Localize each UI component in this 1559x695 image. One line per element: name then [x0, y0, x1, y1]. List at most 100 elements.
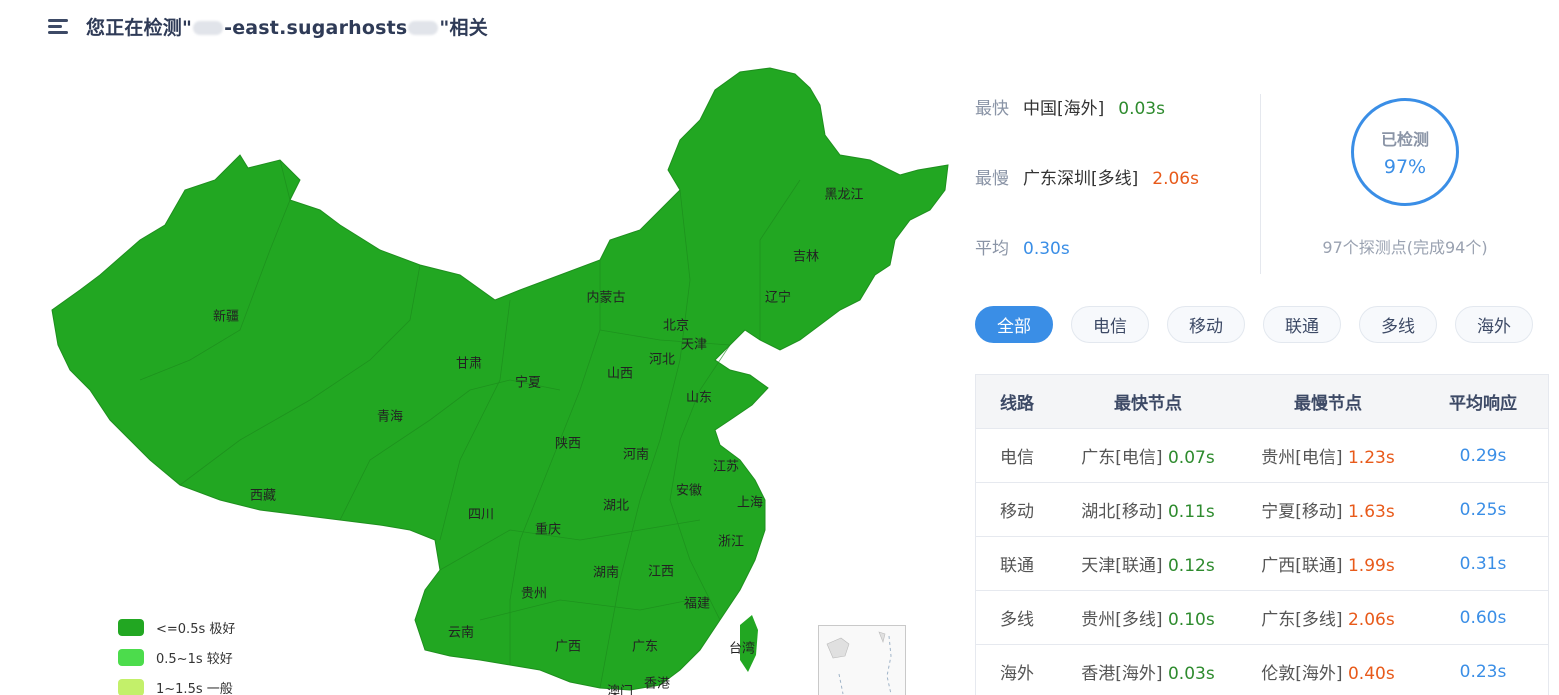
fastest-node-cell: 湖北[移动] 0.11s [1058, 497, 1238, 522]
province-label[interactable]: 安徽 [676, 480, 702, 499]
table-header-row: 线路 最快节点 最慢节点 平均响应 [976, 375, 1548, 429]
node-name: 广东[电信] [1081, 448, 1163, 468]
node-time: 1.99s [1347, 556, 1395, 576]
table-row: 电信 广东[电信] 0.07s 贵州[电信] 1.23s 0.29s [976, 429, 1548, 483]
average-cell: 0.25s [1459, 499, 1507, 520]
node-time: 1.23s [1347, 448, 1395, 468]
slowest-node-cell: 伦敦[海外] 0.40s [1238, 659, 1418, 684]
province-label[interactable]: 天津 [681, 334, 707, 353]
legend-item[interactable]: 0.5~1s 较好 [118, 642, 235, 672]
province-label[interactable]: 宁夏 [515, 372, 541, 391]
map-legend: <=0.5s 极好 0.5~1s 较好 1~1.5s 一般 [118, 612, 235, 695]
province-label[interactable]: 辽宁 [765, 287, 791, 306]
slowest-node-cell: 贵州[电信] 1.23s [1238, 443, 1418, 468]
province-label[interactable]: 澳门 [607, 681, 633, 695]
progress-label: 已检测 [1380, 130, 1429, 149]
table-row: 移动 湖北[移动] 0.11s 宁夏[移动] 1.63s 0.25s [976, 483, 1548, 537]
province-label[interactable]: 贵州 [521, 583, 547, 602]
progress-value: 97% [1383, 156, 1427, 178]
average-cell: 0.29s [1459, 445, 1507, 466]
inset-islands [826, 631, 892, 695]
table-row: 联通 天津[联通] 0.12s 广西[联通] 1.99s 0.31s [976, 537, 1548, 591]
province-label[interactable]: 浙江 [718, 531, 744, 550]
slowest-stat: 最慢 广东深圳[多线] 2.06s [975, 164, 1199, 189]
progress-ring: 已检测 97% [1351, 98, 1459, 206]
node-time: 0.40s [1347, 664, 1395, 684]
node-name: 宁夏[移动] [1261, 502, 1343, 522]
province-label[interactable]: 江苏 [713, 456, 739, 475]
table-row: 多线 贵州[多线] 0.10s 广东[多线] 2.06s 0.60s [976, 591, 1548, 645]
node-time: 0.03s [1167, 664, 1215, 684]
node-name: 贵州[电信] [1261, 448, 1343, 468]
fastest-key: 最快 [975, 99, 1009, 119]
line-cell: 联通 [1000, 556, 1034, 576]
province-label[interactable]: 广东 [632, 636, 658, 655]
province-label[interactable]: 内蒙古 [586, 287, 625, 306]
title-suffix: "相关 [439, 16, 488, 39]
node-name: 广西[联通] [1261, 556, 1343, 576]
slowest-time: 2.06s [1152, 169, 1199, 189]
legend-item[interactable]: <=0.5s 极好 [118, 612, 235, 642]
province-label[interactable]: 北京 [663, 315, 689, 334]
tab-telecom[interactable]: 电信 [1071, 306, 1149, 343]
province-label[interactable]: 江西 [648, 561, 674, 580]
title-domain: -east.sugarhosts [224, 16, 408, 39]
node-time: 2.06s [1347, 610, 1395, 630]
tab-mobile[interactable]: 移动 [1167, 306, 1245, 343]
province-label[interactable]: 河南 [623, 444, 649, 463]
line-tabs: 全部 电信 移动 联通 多线 海外 [975, 306, 1551, 343]
column-header: 最慢节点 [1294, 394, 1362, 414]
province-label[interactable]: 台湾 [729, 638, 755, 657]
legend-label: <=0.5s 极好 [156, 621, 236, 637]
tab-overseas[interactable]: 海外 [1455, 306, 1533, 343]
average-cell: 0.60s [1459, 607, 1507, 628]
china-map-shape [51, 67, 949, 691]
province-label[interactable]: 山东 [686, 387, 712, 406]
tab-unicom[interactable]: 联通 [1263, 306, 1341, 343]
redacted-blur [408, 21, 439, 35]
province-label[interactable]: 青海 [377, 406, 403, 425]
average-key: 平均 [975, 239, 1009, 259]
tab-all[interactable]: 全部 [975, 306, 1053, 343]
results-table: 线路 最快节点 最慢节点 平均响应 电信 广东[电信] 0.07s 贵州[电信]… [975, 374, 1549, 695]
average-time: 0.30s [1023, 239, 1070, 259]
province-label[interactable]: 湖北 [603, 495, 629, 514]
province-label[interactable]: 西藏 [250, 485, 276, 504]
table-row: 海外 香港[海外] 0.03s 伦敦[海外] 0.40s 0.23s [976, 645, 1548, 695]
province-label[interactable]: 黑龙江 [824, 184, 863, 203]
legend-label: 1~1.5s 一般 [156, 681, 233, 695]
node-time: 0.07s [1167, 448, 1215, 468]
province-label[interactable]: 湖南 [593, 562, 619, 581]
province-label[interactable]: 吉林 [793, 246, 819, 265]
fastest-node-cell: 香港[海外] 0.03s [1058, 659, 1238, 684]
province-label[interactable]: 重庆 [535, 519, 561, 538]
province-label[interactable]: 山西 [607, 363, 633, 382]
china-map: 黑龙江 吉林 辽宁 内蒙古 新疆 北京 天津 河北 甘肃 宁夏 山西 山东 青海… [40, 60, 960, 695]
title-prefix: 您正在检测" [86, 16, 193, 39]
node-time: 0.10s [1167, 610, 1215, 630]
node-time: 1.63s [1347, 502, 1395, 522]
node-name: 伦敦[海外] [1261, 664, 1343, 684]
province-label[interactable]: 河北 [649, 349, 675, 368]
province-label[interactable]: 福建 [684, 593, 710, 612]
province-label[interactable]: 上海 [737, 492, 763, 511]
province-label[interactable]: 四川 [468, 504, 494, 523]
page-header: 您正在检测" -east.sugarhosts "相关 [48, 10, 488, 42]
province-label[interactable]: 甘肃 [456, 353, 482, 372]
legend-item[interactable]: 1~1.5s 一般 [118, 672, 235, 695]
average-cell: 0.31s [1459, 553, 1507, 574]
province-label[interactable]: 广西 [555, 636, 581, 655]
province-label[interactable]: 陕西 [555, 433, 581, 452]
slowest-key: 最慢 [975, 169, 1009, 189]
fastest-node-cell: 广东[电信] 0.07s [1058, 443, 1238, 468]
province-label[interactable]: 新疆 [213, 306, 239, 325]
page-title: 您正在检测" -east.sugarhosts "相关 [86, 13, 488, 40]
menu-icon[interactable] [48, 17, 70, 35]
probe-count: 97个探测点(完成94个) [1322, 238, 1488, 257]
line-cell: 移动 [1000, 502, 1034, 522]
province-label[interactable]: 香港 [644, 673, 670, 692]
province-label[interactable]: 云南 [448, 622, 474, 641]
slowest-node-cell: 广西[联通] 1.99s [1238, 551, 1418, 576]
tab-multiline[interactable]: 多线 [1359, 306, 1437, 343]
node-time: 0.11s [1167, 502, 1215, 522]
